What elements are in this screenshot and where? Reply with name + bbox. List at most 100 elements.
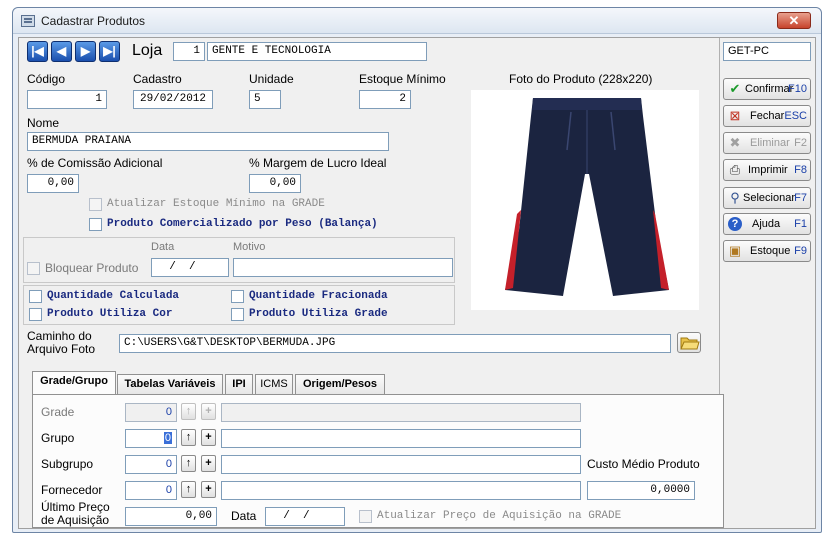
selecionar-button[interactable]: ⚲ Selecionar F7 [723, 187, 811, 209]
bloqueio-data-label: Data [151, 241, 175, 253]
bloqueio-motivo-input[interactable] [233, 258, 453, 277]
ajuda-label: Ajuda [752, 218, 781, 230]
estoque-label: Estoque [750, 245, 791, 257]
grade-add-button[interactable]: + [201, 403, 216, 420]
loja-label: Loja [132, 42, 163, 59]
caminho-foto-input[interactable]: C:\USERS\G&T\DESKTOP\BERMUDA.JPG [119, 334, 671, 353]
grupo-add-button[interactable]: + [201, 429, 216, 446]
open-folder-button[interactable] [677, 332, 701, 353]
grupo-label: Grupo [41, 431, 75, 445]
produto-utiliza-grade-checkbox[interactable] [231, 308, 244, 321]
folder-icon [680, 337, 700, 350]
subgrupo-label: Subgrupo [41, 457, 94, 471]
window-close-button[interactable]: ✕ [777, 12, 811, 29]
fechar-button[interactable]: ⊠ Fechar ESC [723, 105, 811, 127]
subgrupo-code-input[interactable]: 0 [125, 455, 177, 474]
box-icon: ▣ [728, 243, 742, 258]
loja-name-input: GENTE E TECNOLOGIA [207, 42, 427, 61]
subgrupo-desc-input [221, 455, 581, 474]
grade-label: Grade [41, 405, 75, 419]
quantidade-fracionada-label: Quantidade Fracionada [249, 290, 388, 302]
grade-grupo-panel: Grade 0 ↑ + Grupo 0 ↑ + Subgrupo 0 ↑ + C… [32, 394, 724, 528]
fornecedor-code-input[interactable]: 0 [125, 481, 177, 500]
fornecedor-up-button[interactable]: ↑ [181, 481, 196, 498]
grupo-code-selected-text: 0 [163, 432, 172, 444]
ultimo-preco-data-label: Data [231, 509, 257, 523]
unidade-input[interactable]: 5 [249, 90, 281, 109]
nome-input[interactable]: BERMUDA PRAIANA [27, 132, 389, 151]
tab-ipi[interactable]: IPI [225, 374, 253, 394]
grade-desc-input [221, 403, 581, 422]
grade-up-button[interactable]: ↑ [181, 403, 196, 420]
magnifier-icon: ⚲ [730, 190, 740, 205]
selecionar-label: Selecionar [743, 192, 795, 204]
loja-code-input[interactable]: 1 [173, 42, 205, 61]
margem-input[interactable]: 0,00 [249, 174, 301, 193]
window-title: Cadastrar Produtos [41, 14, 146, 28]
quantidade-calculada-checkbox[interactable] [29, 290, 42, 303]
grupo-code-input[interactable]: 0 [125, 429, 177, 448]
margem-label: % Margem de Lucro Ideal [249, 156, 387, 170]
produto-utiliza-grade-label: Produto Utiliza Grade [249, 308, 388, 320]
nome-label: Nome [27, 116, 60, 130]
tab-tabelas-variaveis[interactable]: Tabelas Variáveis [117, 374, 223, 394]
eliminar-key: F2 [794, 137, 807, 149]
quantidade-fracionada-checkbox[interactable] [231, 290, 244, 303]
app-form-icon [21, 15, 35, 27]
cadastro-label: Cadastro [133, 72, 182, 86]
codigo-input[interactable]: 1 [27, 90, 107, 109]
fornecedor-desc-input [221, 481, 581, 500]
ajuda-key: F1 [794, 218, 807, 230]
ajuda-button[interactable]: ? Ajuda F1 [723, 213, 811, 235]
custo-medio-label: Custo Médio Produto [587, 457, 700, 471]
eliminar-button[interactable]: ✖ Eliminar F2 [723, 132, 811, 154]
confirmar-key: F10 [788, 83, 807, 95]
cadastro-date-input[interactable]: 29/02/2012 [133, 90, 213, 109]
form-client-area: |◀ ◀ ▶ ▶| Loja 1 GENTE E TECNOLOGIA GET-… [18, 37, 816, 529]
ultimo-preco-data-input[interactable]: / / [265, 507, 345, 526]
nav-prev-icon[interactable]: ◀ [51, 41, 72, 62]
estoque-key: F9 [794, 245, 807, 257]
caminho-foto-label: Caminho do Arquivo Foto [27, 329, 96, 356]
product-photo [471, 90, 699, 310]
subgrupo-up-button[interactable]: ↑ [181, 455, 196, 472]
title-bar: Cadastrar Produtos ✕ [13, 8, 821, 34]
fornecedor-add-button[interactable]: + [201, 481, 216, 498]
fechar-key: ESC [784, 110, 807, 122]
confirmar-button[interactable]: ✔ Confirmar F10 [723, 78, 811, 100]
eliminar-label: Eliminar [750, 137, 790, 149]
atualizar-estoque-label: Atualizar Estoque Mínimo na GRADE [107, 198, 325, 210]
imprimir-button[interactable]: ⎙ Imprimir F8 [723, 159, 811, 181]
help-icon: ? [728, 217, 742, 231]
check-icon: ✔ [729, 81, 741, 96]
tab-origem-pesos[interactable]: Origem/Pesos [295, 374, 385, 394]
bloquear-produto-label: Bloquear Produto [45, 261, 139, 275]
atualizar-preco-checkbox[interactable] [359, 510, 372, 523]
quantidade-calculada-label: Quantidade Calculada [47, 290, 180, 302]
photo-title: Foto do Produto (228x220) [509, 72, 653, 86]
tab-icms[interactable]: ICMS [255, 374, 293, 394]
bloqueio-data-input[interactable]: / / [151, 258, 229, 277]
tab-grade-grupo[interactable]: Grade/Grupo [32, 371, 116, 395]
produto-utiliza-cor-label: Produto Utiliza Cor [47, 308, 173, 320]
delete-x-icon: ✖ [729, 135, 741, 150]
fechar-label: Fechar [750, 110, 785, 122]
main-window: Cadastrar Produtos ✕ |◀ ◀ ▶ ▶| Loja 1 GE… [12, 7, 822, 533]
comercializado-peso-checkbox[interactable] [89, 218, 102, 231]
grade-code-input[interactable]: 0 [125, 403, 177, 422]
atualizar-estoque-checkbox[interactable] [89, 198, 102, 211]
produto-utiliza-cor-checkbox[interactable] [29, 308, 42, 321]
estoque-button[interactable]: ▣ Estoque F9 [723, 240, 811, 262]
ultimo-preco-label: Último Preço de Aquisição [41, 500, 110, 527]
ultimo-preco-input[interactable]: 0,00 [125, 507, 217, 526]
estoque-minimo-input[interactable]: 2 [359, 90, 411, 109]
nav-last-icon[interactable]: ▶| [99, 41, 120, 62]
bloquear-produto-checkbox[interactable] [27, 262, 40, 275]
estoque-minimo-label: Estoque Mínimo [359, 72, 446, 86]
grupo-up-button[interactable]: ↑ [181, 429, 196, 446]
comissao-input[interactable]: 0,00 [27, 174, 79, 193]
nav-next-icon[interactable]: ▶ [75, 41, 96, 62]
printer-icon: ⎙ [729, 162, 741, 177]
subgrupo-add-button[interactable]: + [201, 455, 216, 472]
nav-first-icon[interactable]: |◀ [27, 41, 48, 62]
